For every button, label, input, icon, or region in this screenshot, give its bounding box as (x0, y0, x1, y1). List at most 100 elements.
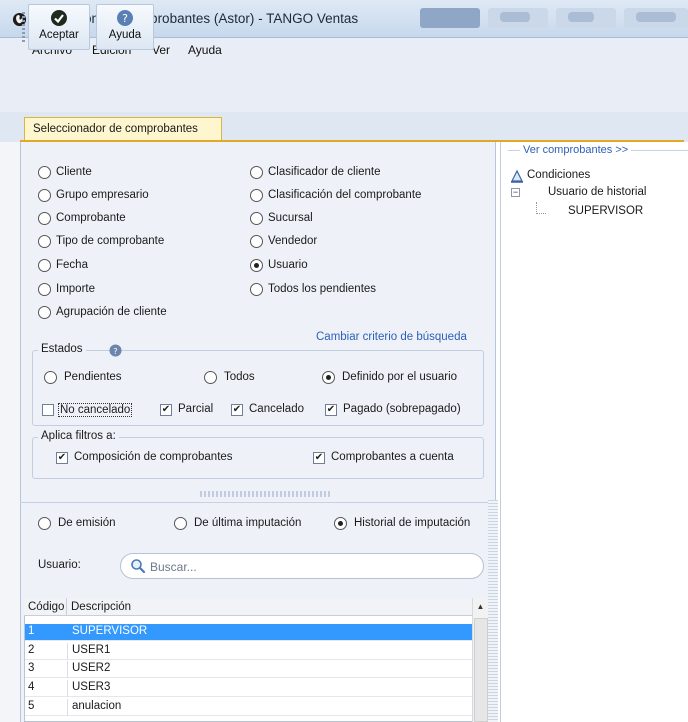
radio-importe[interactable] (38, 283, 51, 296)
option-label: Usuario (268, 259, 308, 271)
cell-descripcion: SUPERVISOR (72, 625, 148, 637)
cell-codigo: 2 (28, 644, 35, 656)
accept-label: Aceptar (39, 29, 79, 41)
column-header-codigo[interactable]: Código (28, 601, 64, 613)
help-icon: ? (117, 10, 133, 26)
option-label: Comprobante (56, 212, 126, 224)
tree-leaf-supervisor[interactable]: SUPERVISOR (568, 205, 643, 217)
radio-de-ultima-imputacion[interactable] (174, 517, 187, 530)
option-label: Clasificación del comprobante (268, 189, 422, 201)
table-row[interactable]: 4 USER3 (25, 680, 472, 697)
table-row[interactable]: 2 USER1 (25, 643, 472, 660)
help-icon[interactable]: ? (109, 344, 122, 357)
radio-historial-de-imputacion[interactable] (334, 517, 347, 530)
change-criteria-link[interactable]: Cambiar criterio de búsqueda (316, 331, 467, 343)
checkbox-comprobantes-a-cuenta[interactable]: ✔ (313, 452, 325, 464)
cell-descripcion: USER3 (72, 681, 111, 693)
option-label: Agrupación de cliente (56, 306, 167, 318)
column-separator (67, 661, 68, 678)
cell-descripcion: USER1 (72, 644, 111, 656)
help-button[interactable]: ? Ayuda (96, 4, 154, 50)
checkbox-composicion[interactable]: ✔ (56, 452, 68, 464)
option-label: Cancelado (249, 403, 304, 415)
table-row[interactable]: 1 SUPERVISOR (25, 624, 472, 641)
option-label: Pagado (sobrepagado) (343, 403, 461, 415)
radio-fecha[interactable] (38, 259, 51, 272)
menu-ver[interactable]: Ver (152, 43, 170, 57)
toolbar (0, 60, 688, 112)
conditions-icon (511, 169, 523, 183)
radio-definido-por-el-usuario[interactable] (322, 371, 335, 384)
radio-todos[interactable] (204, 371, 217, 384)
option-label: Vendedor (268, 235, 318, 247)
cell-codigo: 1 (28, 625, 35, 637)
column-separator (67, 680, 68, 697)
option-label: Composición de comprobantes (74, 451, 233, 463)
scroll-up-icon[interactable]: ▲ (472, 598, 489, 616)
tree-node-usuario-historial[interactable]: Usuario de historial (548, 186, 646, 198)
option-label: De última imputación (194, 517, 302, 529)
panel-splitter[interactable] (200, 491, 330, 497)
option-label: Todos (224, 371, 255, 383)
column-separator (67, 699, 68, 716)
option-label: Clasificador de cliente (268, 166, 381, 178)
option-label: Grupo empresario (56, 189, 149, 201)
option-label: Parcial (178, 403, 214, 415)
option-label: Todos los pendientes (268, 283, 377, 295)
radio-clasificador-de-cliente[interactable] (250, 166, 263, 179)
radio-vendedor[interactable] (250, 235, 263, 248)
conditions-panel (500, 142, 688, 722)
cell-descripcion: USER2 (72, 662, 111, 674)
option-label: Cliente (56, 166, 92, 178)
search-icon (131, 559, 146, 574)
radio-de-emision[interactable] (38, 517, 51, 530)
radio-todos-los-pendientes[interactable] (250, 283, 263, 296)
splitter-strip[interactable] (488, 500, 498, 722)
column-separator (67, 643, 68, 660)
column-header-descripcion[interactable]: Descripción (71, 601, 131, 613)
radio-comprobante[interactable] (38, 212, 51, 225)
filtros-title: Aplica filtros a: (38, 430, 119, 442)
option-label: Comprobantes a cuenta (331, 451, 454, 463)
accept-button[interactable]: Aceptar (28, 4, 90, 50)
collapse-icon[interactable]: − (511, 188, 520, 197)
tree-connector (536, 202, 546, 214)
column-separator (66, 598, 67, 616)
option-label: Pendientes (64, 371, 122, 383)
radio-clasificacion-del-comprobante[interactable] (250, 189, 263, 202)
option-label: Definido por el usuario (342, 371, 458, 383)
radio-pendientes[interactable] (44, 371, 57, 384)
svg-text:?: ? (122, 12, 128, 25)
checkbox-parcial[interactable]: ✔ (160, 404, 172, 416)
divider (20, 502, 496, 503)
cell-descripcion: anulacion (72, 700, 122, 712)
table-row[interactable]: 3 USER2 (25, 661, 472, 678)
option-label: Historial de imputación (354, 517, 471, 529)
table-row[interactable]: 5 anulacion (25, 699, 472, 716)
radio-sucursal[interactable] (250, 212, 263, 225)
checkbox-no-cancelado[interactable] (42, 404, 54, 416)
radio-grupo-empresario[interactable] (38, 189, 51, 202)
tree-root-condiciones[interactable]: Condiciones (527, 169, 590, 181)
tab-seleccionador[interactable]: Seleccionador de comprobantes (24, 117, 222, 141)
estados-title: Estados (38, 343, 86, 355)
usuario-label: Usuario: (38, 559, 81, 571)
option-label: No cancelado (58, 403, 133, 417)
toolbar-grip[interactable] (22, 12, 25, 42)
option-label: Fecha (56, 259, 88, 271)
cell-codigo: 5 (28, 700, 35, 712)
checkbox-cancelado[interactable]: ✔ (231, 404, 243, 416)
radio-cliente[interactable] (38, 166, 51, 179)
option-label: Importe (56, 283, 95, 295)
menu-ayuda[interactable]: Ayuda (188, 43, 222, 57)
radio-tipo-de-comprobante[interactable] (38, 235, 51, 248)
radio-agrupacion-de-cliente[interactable] (38, 306, 51, 319)
search-placeholder: Buscar... (150, 560, 197, 574)
radio-usuario[interactable] (250, 259, 263, 272)
checkbox-pagado[interactable]: ✔ (325, 404, 337, 416)
scroll-thumb[interactable] (474, 618, 488, 722)
svg-text:?: ? (113, 346, 117, 356)
option-label: Tipo de comprobante (56, 235, 165, 247)
option-label: Sucursal (268, 212, 313, 224)
ver-comprobantes-link[interactable]: Ver comprobantes >> (520, 144, 632, 156)
